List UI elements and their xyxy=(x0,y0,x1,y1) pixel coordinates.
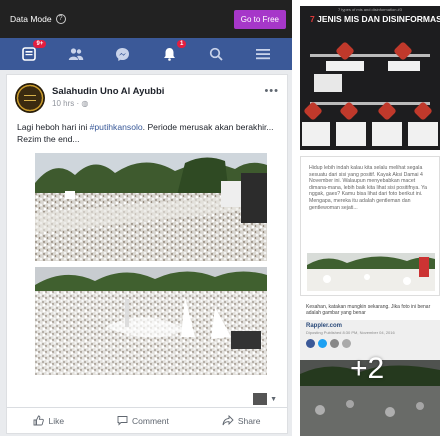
post-photo-1[interactable] xyxy=(35,153,267,261)
twitter-icon[interactable] xyxy=(318,339,327,348)
post-author[interactable]: Salahudin Uno Al Ayubbi xyxy=(52,86,264,97)
feed-post: Salahudin Uno Al Ayubbi 10 hrs · ◍ ••• L… xyxy=(6,74,288,434)
facebook-nav-bar: 9+ 1 xyxy=(0,38,292,70)
like-label: Like xyxy=(48,415,65,426)
like-button[interactable]: Like xyxy=(33,415,64,426)
infographic-marker-icon xyxy=(335,41,355,61)
infographic-box xyxy=(388,61,420,71)
more-share-icon[interactable] xyxy=(342,339,351,348)
post-photo-2[interactable] xyxy=(35,267,267,375)
post-actions: Like Comment Share xyxy=(7,407,287,433)
infographic-box xyxy=(408,122,438,146)
infographic-box xyxy=(302,122,330,146)
news-feed-badge: 9+ xyxy=(33,40,47,48)
infographic-box xyxy=(372,122,402,146)
post-text: Lagi heboh hari ini #putihkansolo. Perio… xyxy=(7,117,287,151)
facebook-icon[interactable] xyxy=(306,339,315,348)
comment-button[interactable]: Comment xyxy=(117,415,169,426)
attachment-thumbnail xyxy=(253,393,268,405)
data-mode-label: Data Mode xyxy=(10,14,52,24)
post-text-before: Lagi heboh hari ini xyxy=(17,122,90,132)
news-card-source[interactable]: Rappler.com xyxy=(300,320,440,329)
infographic-mis-disinformasi[interactable]: 7 types of mis and disinformation #3 7 J… xyxy=(300,6,440,150)
more-options-icon[interactable]: ••• xyxy=(264,85,279,97)
share-icon xyxy=(222,415,234,426)
globe-icon: ◍ xyxy=(81,99,89,108)
infographic-title-text: JENIS MIS DAN DISINFORMASI xyxy=(314,14,440,24)
news-feed-icon[interactable]: 9+ xyxy=(20,40,47,63)
comment-icon xyxy=(117,416,128,426)
messenger-icon[interactable] xyxy=(114,45,132,63)
go-to-free-button[interactable]: Go to Free xyxy=(233,9,286,29)
more-photos-count[interactable]: +2 xyxy=(350,352,384,386)
attachment-preview[interactable]: ▼ xyxy=(253,393,277,405)
news-card-date: Diposting Published 8:30 PM, November 04… xyxy=(306,330,395,335)
chevron-down-icon: ▼ xyxy=(270,395,277,403)
search-icon[interactable] xyxy=(207,45,225,63)
infographic-divider xyxy=(310,54,430,57)
infographic-title: 7 JENIS MIS DAN DISINFORMASI xyxy=(300,14,440,24)
infographic-marker-icon xyxy=(393,41,413,61)
share-icons xyxy=(300,336,440,351)
infographic-caption: 7 types of mis and disinformation #3 xyxy=(337,7,403,12)
help-icon[interactable]: ? xyxy=(55,14,66,24)
menu-icon[interactable] xyxy=(254,45,272,63)
post-time-text: 10 hrs · xyxy=(52,99,82,108)
thumbs-up-icon xyxy=(34,415,45,426)
article-preview[interactable]: Hidup lebih indah kalau kita selalu meli… xyxy=(300,156,440,296)
post-header: Salahudin Uno Al Ayubbi 10 hrs · ◍ ••• xyxy=(7,75,287,117)
avatar[interactable] xyxy=(15,83,45,113)
article-photo xyxy=(307,253,435,291)
post-time: 10 hrs · ◍ xyxy=(52,99,264,108)
right-panel: 7 types of mis and disinformation #3 7 J… xyxy=(300,0,440,436)
news-card-header: Kesahan, katakan mungkin sekarang. Jika … xyxy=(300,300,440,320)
email-icon[interactable] xyxy=(330,339,339,348)
infographic-box xyxy=(314,74,342,92)
comment-label: Comment xyxy=(132,415,169,426)
infographic-box xyxy=(326,61,364,71)
friends-icon[interactable] xyxy=(67,45,85,63)
hashtag-link[interactable]: #putihkansolo xyxy=(90,122,143,132)
facebook-phone-screenshot: Data Mode ? Go to Free 9+ 1 Salahudin Un… xyxy=(0,0,296,436)
notifications-icon[interactable]: 1 xyxy=(160,40,187,63)
share-label: Share xyxy=(237,415,261,426)
article-text: Hidup lebih indah kalau kita selalu meli… xyxy=(309,165,428,211)
share-button[interactable]: Share xyxy=(222,415,261,426)
infographic-box xyxy=(336,122,366,146)
data-mode-bar: Data Mode ? Go to Free xyxy=(0,0,292,38)
notifications-badge: 1 xyxy=(176,40,187,48)
infographic-divider xyxy=(310,102,430,105)
